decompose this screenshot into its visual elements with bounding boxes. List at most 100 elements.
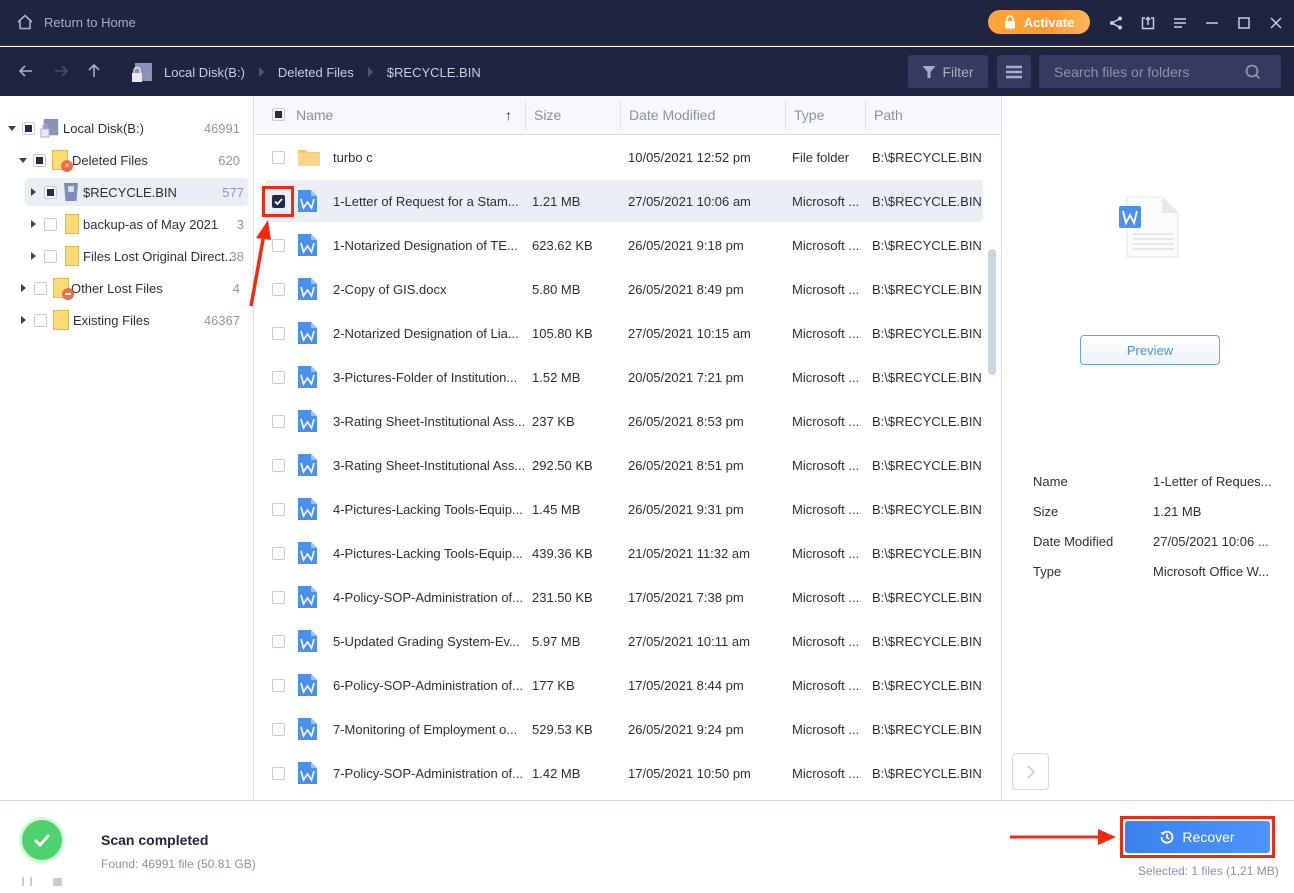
maximize-button[interactable] (1228, 12, 1260, 34)
tree-checkbox[interactable] (44, 249, 57, 263)
word-document-icon (298, 586, 317, 608)
vertical-scrollbar[interactable] (988, 249, 996, 375)
app-menu-button[interactable] (1164, 12, 1196, 34)
table-row[interactable]: 4-Pictures-Lacking Tools-Equip... 439.36 … (265, 532, 983, 574)
table-row[interactable]: 7-Monitoring of Employment o... 529.53 KB… (265, 708, 983, 750)
tree-checkbox[interactable] (22, 121, 35, 135)
breadcrumb-separator (367, 67, 373, 77)
table-row[interactable]: 3-Rating Sheet-Institutional Ass... 292.5… (265, 444, 983, 486)
tree-checkbox[interactable] (34, 313, 47, 327)
close-button[interactable] (1260, 12, 1292, 34)
column-header-name[interactable]: Name (296, 107, 333, 123)
table-row[interactable]: turbo c 10/05/2021 12:52 pm File folder B:\… (265, 136, 983, 178)
tree-item-count: 4 (232, 280, 240, 296)
up-button[interactable] (84, 61, 104, 81)
expand-toggle-icon[interactable] (19, 157, 27, 163)
arrow-right-icon (55, 65, 69, 77)
select-all-checkbox[interactable] (272, 108, 285, 121)
recover-button[interactable]: Recover (1125, 821, 1270, 853)
arrow-up-icon (88, 63, 100, 77)
expand-toggle-icon[interactable] (8, 125, 16, 131)
activate-button[interactable]: Activate (988, 10, 1090, 34)
column-header-type[interactable]: Type (794, 107, 824, 123)
breadcrumb-recycle-bin[interactable]: $RECYCLE.BIN (387, 65, 481, 80)
filter-button[interactable]: Filter (908, 55, 988, 88)
expand-pane-button[interactable] (1012, 753, 1049, 790)
row-checkbox[interactable] (272, 591, 285, 604)
search-input[interactable] (1039, 63, 1244, 80)
pause-icon[interactable] (22, 877, 32, 886)
minimize-button[interactable] (1196, 12, 1228, 34)
row-checkbox[interactable] (272, 635, 285, 648)
row-checkbox[interactable] (272, 327, 285, 340)
row-checkbox[interactable] (272, 415, 285, 428)
annotation-arrow-icon (1010, 829, 1116, 845)
expand-toggle-icon[interactable] (21, 316, 26, 324)
row-checkbox[interactable] (272, 503, 285, 516)
row-checkbox[interactable] (272, 547, 285, 560)
tree-checkbox[interactable] (34, 281, 47, 295)
table-row[interactable]: 3-Rating Sheet-Institutional Ass... 237 K… (265, 400, 983, 442)
tree-item-deleted-files[interactable]: × Deleted Files 620 (19, 146, 248, 174)
word-document-icon (298, 410, 317, 432)
recover-label: Recover (1182, 829, 1235, 845)
column-divider[interactable] (865, 100, 866, 130)
breadcrumb-local-disk[interactable]: Local Disk(B:) (164, 65, 245, 80)
row-checkbox[interactable] (272, 679, 285, 692)
table-row[interactable]: 3-Pictures-Folder of Institution... 1.52 … (265, 356, 983, 398)
column-divider[interactable] (785, 100, 786, 130)
table-row[interactable]: 5-Updated Grading System-Ev... 5.97 MB 27/… (265, 620, 983, 662)
table-row[interactable]: 1-Notarized Designation of TE... 623.62 K… (265, 224, 983, 266)
expand-toggle-icon[interactable] (31, 252, 36, 260)
row-checkbox[interactable] (272, 723, 285, 736)
column-header-path[interactable]: Path (874, 107, 903, 123)
tree-checkbox[interactable] (44, 217, 57, 231)
row-checkbox[interactable] (272, 195, 285, 208)
preview-button[interactable]: Preview (1080, 335, 1220, 365)
column-divider[interactable] (620, 100, 621, 130)
forward-button[interactable] (51, 61, 71, 81)
table-row[interactable]: 1-Letter of Request for a Stam... 1.21 MB… (265, 180, 983, 222)
back-button[interactable] (16, 61, 36, 81)
table-row[interactable]: 4-Pictures-Lacking Tools-Equip... 1.45 MB… (265, 488, 983, 530)
sort-arrow-icon[interactable]: ↑ (505, 107, 512, 123)
tree-item-recycle-bin[interactable]: $RECYCLE.BIN 577 (25, 178, 248, 206)
feedback-button[interactable] (1132, 12, 1164, 34)
file-name: 4-Policy-SOP-Administration of... (333, 589, 524, 605)
expand-toggle-icon[interactable] (21, 284, 26, 292)
tree-item-files-lost-original[interactable]: Files Lost Original Direct... 38 (31, 242, 248, 270)
tree-checkbox[interactable] (44, 185, 57, 199)
table-row[interactable]: 4-Policy-SOP-Administration of... 231.50 … (265, 576, 983, 618)
tree-item-existing-files[interactable]: Existing Files 46367 (21, 306, 248, 334)
view-menu-button[interactable] (997, 55, 1031, 88)
tree-item-local-disk[interactable]: Local Disk(B:) 46991 (8, 114, 248, 142)
breadcrumb-deleted-files[interactable]: Deleted Files (278, 65, 354, 80)
expand-toggle-icon[interactable] (31, 188, 36, 196)
column-divider[interactable] (525, 100, 526, 130)
recycle-bin-icon (64, 183, 78, 201)
expand-toggle-icon[interactable] (31, 220, 36, 228)
row-checkbox[interactable] (272, 151, 285, 164)
row-checkbox[interactable] (272, 459, 285, 472)
chevron-right-icon (1026, 764, 1035, 779)
file-type: Microsoft ... (792, 413, 860, 429)
search-icon[interactable] (1244, 63, 1262, 81)
file-date-modified: 27/05/2021 10:15 am (628, 325, 751, 341)
table-row[interactable]: 7-Policy-SOP-Administration of... 1.42 MB… (265, 752, 983, 794)
tree-item-other-lost[interactable]: Other Lost Files 4 (21, 274, 248, 302)
stop-icon[interactable] (53, 878, 62, 886)
tree-item-backup[interactable]: backup-as of May 2021 3 (31, 210, 248, 238)
row-checkbox[interactable] (272, 371, 285, 384)
table-row[interactable]: 2-Notarized Designation of Lia... 105.80 … (265, 312, 983, 354)
column-header-size[interactable]: Size (534, 107, 561, 123)
column-header-date-modified[interactable]: Date Modified (629, 107, 715, 123)
tree-checkbox[interactable] (33, 153, 46, 167)
table-row[interactable]: 2-Copy of GIS.docx 5.80 MB 26/05/2021 8:49… (265, 268, 983, 310)
file-size: 105.80 KB (532, 325, 593, 341)
table-header: Name ↑ Size Date Modified Type Path (255, 96, 1000, 135)
return-home-button[interactable]: Return to Home (16, 13, 136, 31)
share-button[interactable] (1100, 12, 1132, 34)
table-row[interactable]: 6-Policy-SOP-Administration of... 177 KB 1… (265, 664, 983, 706)
tree-item-label: Files Lost Original Direct... (83, 248, 236, 264)
row-checkbox[interactable] (272, 767, 285, 780)
